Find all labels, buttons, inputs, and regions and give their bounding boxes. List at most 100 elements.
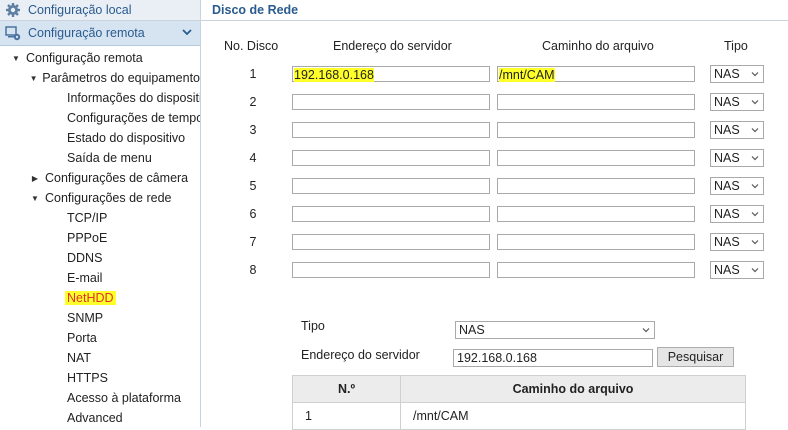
results-cell-no: 1: [292, 402, 401, 430]
results-cell-path: /mnt/CAM: [400, 402, 746, 430]
type-value: NAS: [714, 235, 740, 249]
tree-item-label: Saída de menu: [67, 151, 152, 165]
tree-item-camera-settings[interactable]: ▶ Configurações de câmera: [0, 168, 200, 188]
server-address-input[interactable]: [292, 178, 490, 194]
tree-item-email[interactable]: E-mail: [0, 268, 200, 288]
tree-item-network-settings[interactable]: ▼ Configurações de rede: [0, 188, 200, 208]
tree-item-platform-access[interactable]: Acesso à plataforma: [0, 388, 200, 408]
tree-item-label: SNMP: [67, 311, 104, 325]
tree-item-snmp[interactable]: SNMP: [0, 308, 200, 328]
tree-item-label: Acesso à plataforma: [67, 391, 181, 405]
search-type-select[interactable]: NAS: [455, 321, 655, 339]
server-address-input[interactable]: [292, 94, 490, 110]
file-path-input[interactable]: [497, 206, 695, 222]
tree-item-ddns[interactable]: DDNS: [0, 248, 200, 268]
chevron-down-icon[interactable]: [182, 28, 192, 39]
server-address-input[interactable]: 192.168.0.168: [292, 66, 490, 82]
tree-item-label: Configuração remota: [26, 51, 143, 65]
tree-item-label-active: NetHDD: [65, 291, 116, 305]
server-address-input[interactable]: [292, 206, 490, 222]
tree-item-label: NAT: [67, 351, 92, 365]
type-value: NAS: [714, 179, 740, 193]
file-path-input[interactable]: [497, 150, 695, 166]
type-value: NAS: [714, 151, 740, 165]
tree-item-label: Advanced: [67, 411, 123, 425]
type-value: NAS: [714, 95, 740, 109]
file-path-input[interactable]: [497, 122, 695, 138]
tree-item-label: E-mail: [67, 271, 103, 285]
chevron-down-icon: [642, 328, 650, 333]
expanded-triangle-icon[interactable]: ▼: [29, 74, 38, 83]
tree-item-label: DDNS: [67, 251, 103, 265]
tree-item-label: Porta: [67, 331, 97, 345]
type-select[interactable]: NAS: [710, 177, 764, 195]
tree-item-label: Estado do dispositivo: [67, 131, 186, 145]
tree-item-device-params[interactable]: ▼ Parâmetros do equipamento: [0, 68, 200, 88]
server-address-input[interactable]: [292, 262, 490, 278]
file-path-input[interactable]: [497, 234, 695, 250]
tree-item-port[interactable]: Porta: [0, 328, 200, 348]
tree-item-nethdd[interactable]: NetHDD: [0, 288, 200, 308]
type-value: NAS: [714, 207, 740, 221]
file-path-input[interactable]: [497, 262, 695, 278]
tree-item-device-info[interactable]: Informações do dispositivo: [0, 88, 200, 108]
type-select[interactable]: NAS: [710, 261, 764, 279]
server-address-input[interactable]: [292, 234, 490, 250]
collapsed-triangle-icon[interactable]: ▶: [29, 174, 41, 183]
tree-item-remote-config[interactable]: ▼ Configuração remota: [0, 48, 200, 68]
results-table: N.º Caminho do arquivo 1 /mnt/CAM: [292, 375, 746, 430]
search-button[interactable]: Pesquisar: [657, 347, 734, 367]
tree-item-https[interactable]: HTTPS: [0, 368, 200, 388]
disk-number: 4: [249, 151, 257, 165]
file-path-input[interactable]: /mnt/CAM: [497, 66, 695, 82]
tree-item-time-settings[interactable]: Configurações de tempo: [0, 108, 200, 128]
results-header-no: N.º: [292, 375, 401, 403]
tree-item-advanced[interactable]: Advanced: [0, 408, 200, 427]
disk-number: 7: [249, 235, 257, 249]
sidebar: Configuração local Configuração remota ▼…: [0, 0, 201, 427]
disk-number: 2: [249, 95, 257, 109]
server-address-input[interactable]: [292, 122, 490, 138]
chevron-down-icon: [751, 212, 759, 217]
remote-config-header[interactable]: Configuração remota: [0, 21, 200, 46]
tree-item-menu-output[interactable]: Saída de menu: [0, 148, 200, 168]
chevron-down-icon: [751, 156, 759, 161]
tree-item-pppoe[interactable]: PPPoE: [0, 228, 200, 248]
file-path-input[interactable]: [497, 94, 695, 110]
type-value: NAS: [714, 123, 740, 137]
type-select[interactable]: NAS: [710, 149, 764, 167]
remote-config-icon: [4, 25, 22, 41]
type-select[interactable]: NAS: [710, 93, 764, 111]
chevron-down-icon: [751, 72, 759, 77]
type-select[interactable]: NAS: [710, 121, 764, 139]
type-value: NAS: [714, 67, 740, 81]
type-select[interactable]: NAS: [710, 233, 764, 251]
table-row[interactable]: 1 /mnt/CAM: [292, 402, 746, 430]
expanded-triangle-icon[interactable]: ▼: [10, 54, 22, 63]
tree-item-label: Parâmetros do equipamento: [42, 71, 200, 85]
file-path-value: /mnt/CAM: [499, 68, 555, 82]
search-server-label: Endereço do servidor: [301, 348, 420, 362]
expanded-triangle-icon[interactable]: ▼: [29, 194, 41, 203]
server-address-input[interactable]: [292, 150, 490, 166]
type-select[interactable]: NAS: [710, 65, 764, 83]
page-title: Disco de Rede: [201, 0, 788, 21]
disk-number: 1: [249, 67, 257, 81]
tree-item-device-status[interactable]: Estado do dispositivo: [0, 128, 200, 148]
chevron-down-icon: [751, 128, 759, 133]
config-tree: ▼ Configuração remota ▼ Parâmetros do eq…: [0, 46, 200, 427]
remote-config-label: Configuração remota: [28, 26, 145, 40]
col-header-server: Endereço do servidor: [333, 39, 452, 53]
tree-item-tcpip[interactable]: TCP/IP: [0, 208, 200, 228]
search-server-input[interactable]: 192.168.0.168: [453, 349, 653, 367]
chevron-down-icon: [751, 184, 759, 189]
local-config-header[interactable]: Configuração local: [0, 0, 200, 21]
chevron-down-icon: [751, 100, 759, 105]
col-header-path: Caminho do arquivo: [542, 39, 654, 53]
file-path-input[interactable]: [497, 178, 695, 194]
col-header-type: Tipo: [724, 39, 748, 53]
type-select[interactable]: NAS: [710, 205, 764, 223]
main-panel: Disco de Rede No. Disco Endereço do serv…: [201, 0, 788, 430]
tree-item-label: Informações do dispositivo: [67, 91, 201, 105]
tree-item-nat[interactable]: NAT: [0, 348, 200, 368]
